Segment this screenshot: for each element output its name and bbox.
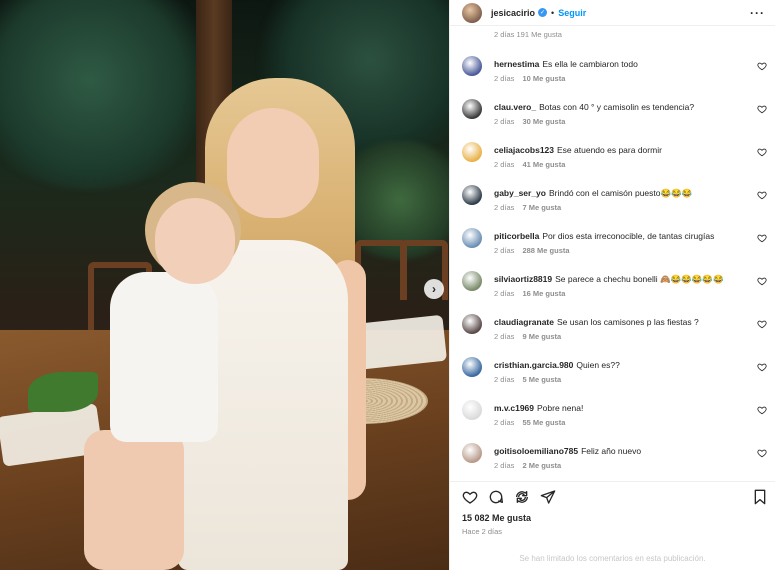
- comment-username[interactable]: silviaortiz8819: [494, 274, 552, 284]
- heart-icon[interactable]: [757, 319, 767, 329]
- avatar[interactable]: [462, 56, 482, 76]
- avatar[interactable]: [462, 400, 482, 420]
- list-item: silviaortiz8819 Se parece a chechu bonell…: [462, 271, 767, 311]
- comment-text: Pobre nena!: [537, 403, 584, 413]
- comments-limited-note: Se han limitado los comentarios en esta …: [519, 554, 706, 563]
- comment-time: 2 días: [494, 246, 515, 255]
- comment-username[interactable]: piticorbella: [494, 231, 539, 241]
- comment-text: Por dios esta irreconocible, de tantas c…: [542, 231, 715, 241]
- verified-icon: ✓: [538, 8, 548, 17]
- comment-time: 2 días: [494, 117, 515, 126]
- post-header: jesicacirio ✓ • Seguir ···: [450, 0, 775, 26]
- list-item: m.v.c1969 Pobre nena! 2 días 55 Me gusta: [462, 400, 767, 440]
- comment-username[interactable]: m.v.c1969: [494, 403, 534, 413]
- avatar[interactable]: [462, 443, 482, 463]
- list-item: gaby_ser_yo Brindó con el camisón puesto😂…: [462, 185, 767, 225]
- avatar[interactable]: [462, 2, 482, 23]
- list-item: clau.vero_ Botas con 40 ° y camisolin es …: [462, 99, 767, 139]
- comment-username[interactable]: goitisoloemiliano785: [494, 446, 578, 456]
- comment-likes[interactable]: 16 Me gusta: [522, 289, 565, 298]
- comment-time: 2 días: [494, 160, 515, 169]
- comment-likes[interactable]: 2 Me gusta: [522, 461, 561, 470]
- girl-face: [155, 198, 235, 284]
- username[interactable]: jesicacirio: [491, 8, 535, 18]
- heart-icon[interactable]: [757, 233, 767, 243]
- comment-username[interactable]: hernestima: [494, 59, 539, 69]
- comment-time: 2 días: [494, 74, 515, 83]
- comment-username[interactable]: clau.vero_: [494, 102, 536, 112]
- avatar[interactable]: [462, 357, 482, 377]
- girl-outfit: [110, 272, 218, 442]
- heart-icon[interactable]: [757, 448, 767, 458]
- list-item: hernestima Es ella le cambiaron todo 2 dí…: [462, 56, 767, 96]
- comment-username[interactable]: gaby_ser_yo: [494, 188, 546, 198]
- heart-icon[interactable]: [462, 489, 478, 505]
- comment-text: Quien es??: [576, 360, 620, 370]
- avatar[interactable]: [462, 228, 482, 248]
- comment-username[interactable]: celiajacobs123: [494, 145, 554, 155]
- comment-time: 2 días: [494, 418, 515, 427]
- comment-likes[interactable]: 7 Me gusta: [522, 203, 561, 212]
- comment-likes[interactable]: 5 Me gusta: [522, 375, 561, 384]
- comment-likes[interactable]: 10 Me gusta: [522, 74, 565, 83]
- comment-icon[interactable]: [488, 489, 504, 505]
- carousel-next-icon[interactable]: ›: [424, 279, 444, 299]
- separator: •: [551, 7, 555, 18]
- heart-icon[interactable]: [757, 104, 767, 114]
- instagram-post: › jesicacirio ✓ • Seguir ··· 2 días 191 …: [0, 0, 775, 570]
- heart-icon[interactable]: [757, 362, 767, 372]
- post-time: Hace 2 días: [462, 527, 503, 536]
- more-options-icon[interactable]: ···: [750, 6, 765, 20]
- comment-time: 2 días: [494, 461, 515, 470]
- comment-text: Botas con 40 ° y camisolin es tendencia?: [539, 102, 695, 112]
- heart-icon[interactable]: [757, 405, 767, 415]
- comment-text: Se parece a chechu bonelli 🙈😂😂😂😂😂: [555, 274, 724, 284]
- comment-username[interactable]: cristhian.garcia.980: [494, 360, 573, 370]
- comment-text: Ese atuendo es para dormir: [557, 145, 662, 155]
- heart-icon[interactable]: [757, 147, 767, 157]
- list-item: celiajacobs123 Ese atuendo es para dormir…: [462, 142, 767, 182]
- list-item: claudiagranate Se usan los camisones p la…: [462, 314, 767, 354]
- share-icon[interactable]: [514, 489, 530, 505]
- comment-likes[interactable]: 9 Me gusta: [522, 332, 561, 341]
- comment-likes[interactable]: 288 Me gusta: [522, 246, 569, 255]
- partial-comment-meta: 2 días 191 Me gusta: [494, 30, 562, 39]
- action-bar: [450, 481, 775, 511]
- list-item: piticorbella Por dios esta irreconocible,…: [462, 228, 767, 268]
- avatar[interactable]: [462, 99, 482, 119]
- avatar[interactable]: [462, 271, 482, 291]
- comment-time: 2 días: [494, 203, 515, 212]
- send-icon[interactable]: [540, 489, 556, 505]
- comment-text: Feliz año nuevo: [581, 446, 642, 456]
- comment-likes[interactable]: 55 Me gusta: [522, 418, 565, 427]
- avatar[interactable]: [462, 142, 482, 162]
- comment-list[interactable]: 2 días 191 Me gusta hernestima Es ella le…: [450, 26, 775, 481]
- woman-face: [227, 108, 319, 218]
- comment-time: 2 días: [494, 375, 515, 384]
- comment-likes[interactable]: 41 Me gusta: [522, 160, 565, 169]
- comment-text: Brindó con el camisón puesto😂😂😂: [548, 188, 693, 198]
- leaf-decoration: [28, 372, 98, 412]
- heart-icon[interactable]: [757, 61, 767, 71]
- comment-likes[interactable]: 30 Me gusta: [522, 117, 565, 126]
- heart-icon[interactable]: [757, 276, 767, 286]
- post-photo[interactable]: ›: [0, 0, 449, 570]
- comment-time: 2 días: [494, 332, 515, 341]
- foliage: [0, 0, 220, 190]
- heart-icon[interactable]: [757, 190, 767, 200]
- comment-text: Se usan los camisones p las fiestas ?: [557, 317, 699, 327]
- bookmark-icon[interactable]: [753, 489, 767, 505]
- comment-time: 2 días: [494, 289, 515, 298]
- avatar[interactable]: [462, 185, 482, 205]
- comment-text: Es ella le cambiaron todo: [542, 59, 638, 69]
- follow-button[interactable]: Seguir: [558, 8, 586, 18]
- list-item: goitisoloemiliano785 Feliz año nuevo 2 dí…: [462, 443, 767, 481]
- avatar[interactable]: [462, 314, 482, 334]
- comments-panel: jesicacirio ✓ • Seguir ··· 2 días 191 Me…: [449, 0, 775, 570]
- list-item: cristhian.garcia.980 Quien es?? 2 días 5 M…: [462, 357, 767, 397]
- girl-legs: [84, 430, 184, 570]
- likes-count[interactable]: 15 082 Me gusta: [450, 511, 775, 523]
- comment-username[interactable]: claudiagranate: [494, 317, 554, 327]
